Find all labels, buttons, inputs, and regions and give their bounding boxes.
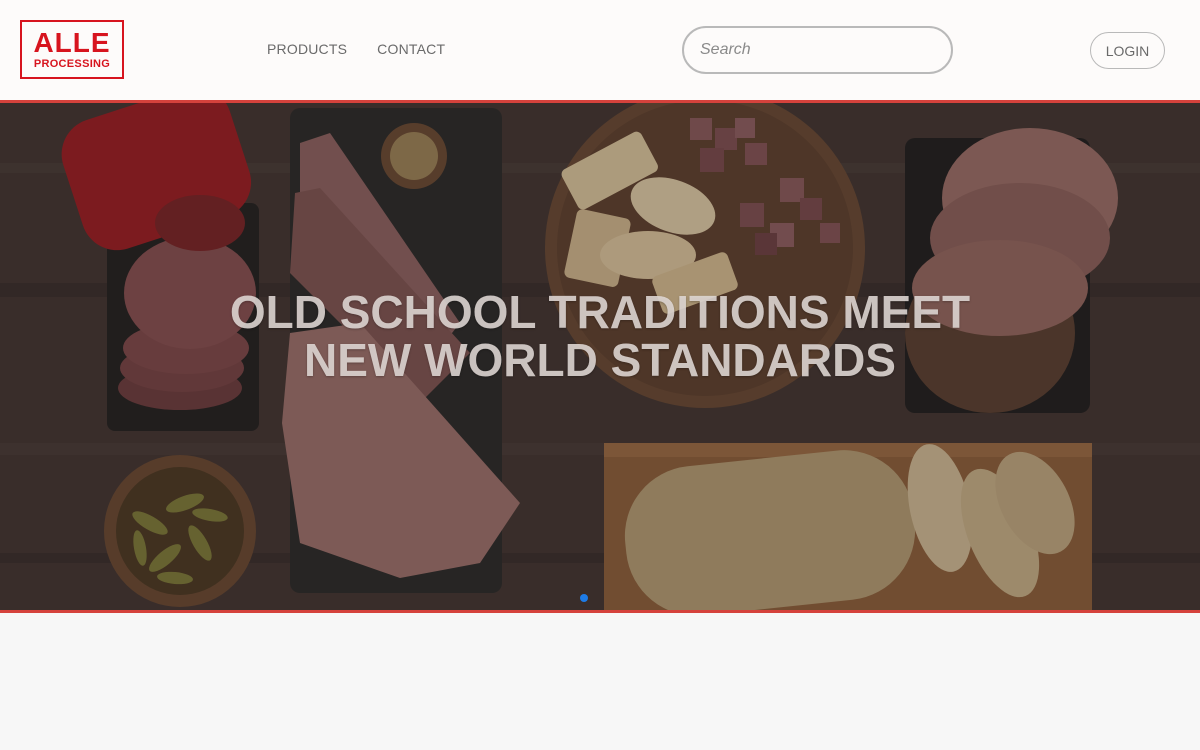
logo-main-text: ALLE bbox=[33, 26, 111, 58]
carousel-indicator-dot[interactable] bbox=[580, 594, 588, 602]
content-area bbox=[0, 613, 1200, 750]
hero-headline: OLD SCHOOL TRADITIONS MEET NEW WORLD STA… bbox=[229, 286, 971, 386]
hero-banner: OLD SCHOOL TRADITIONS MEET NEW WORLD STA… bbox=[0, 100, 1200, 613]
logo-sub-text: PROCESSING bbox=[33, 57, 111, 70]
site-header: ALLE PROCESSING PRODUCTS CONTACT LOGIN bbox=[0, 0, 1200, 101]
brand-logo[interactable]: ALLE PROCESSING bbox=[20, 20, 124, 79]
nav-link-products[interactable]: PRODUCTS bbox=[267, 41, 347, 57]
main-nav: PRODUCTS CONTACT bbox=[267, 41, 445, 57]
nav-link-contact[interactable]: CONTACT bbox=[377, 41, 445, 57]
search-input[interactable] bbox=[682, 26, 953, 74]
login-button[interactable]: LOGIN bbox=[1090, 32, 1165, 69]
